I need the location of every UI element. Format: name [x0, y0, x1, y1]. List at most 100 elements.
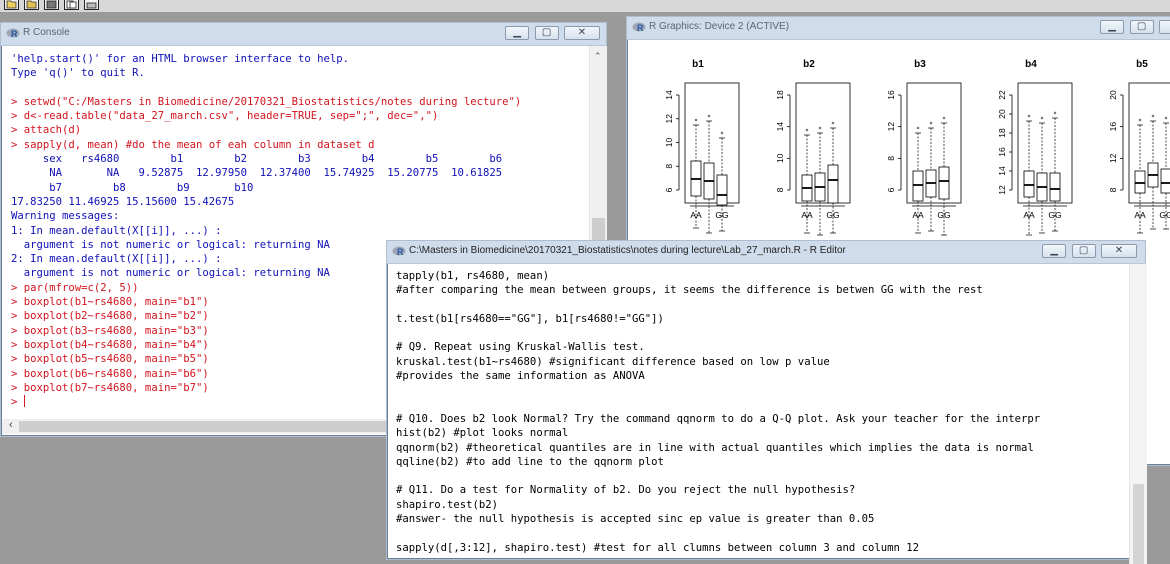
close-button[interactable]: ✕ [1159, 20, 1170, 34]
console-line: Warning messages: [11, 210, 120, 223]
x-tick-label: AA [1134, 210, 1146, 220]
box [1134, 170, 1146, 194]
save-icon[interactable] [44, 0, 59, 10]
print-icon[interactable] [84, 0, 99, 10]
minimize-button[interactable]: ▁ [1100, 20, 1125, 34]
y-tick-label: 12 [1108, 153, 1118, 163]
script-editor-text[interactable]: tapply(b1, rs4680, mean) #after comparing… [396, 269, 1040, 555]
outlier-point [916, 126, 920, 130]
y-tick-label: 22 [997, 90, 1007, 100]
y-tick-label: 14 [775, 122, 785, 132]
outlier-point [1164, 116, 1168, 120]
scroll-up-icon[interactable]: ⌃ [594, 51, 602, 62]
plot-title: b2 [803, 59, 815, 70]
x-tick-label: GG [715, 210, 728, 220]
minimize-button[interactable]: ▁ [1042, 244, 1067, 258]
y-tick-label: 20 [997, 109, 1007, 119]
maximize-button[interactable]: ▢ [1129, 20, 1154, 34]
console-line: NA NA 9.52875 12.97950 12.37400 15.74925… [11, 167, 503, 180]
box [1023, 170, 1035, 198]
editor-line: # Q11. Do a test for Normality of b2. Do… [396, 484, 856, 497]
r-editor-titlebar[interactable]: R C:\Masters in Biomedicine\20170321_Bio… [387, 241, 1145, 264]
close-button[interactable]: ✕ [564, 26, 600, 40]
boxplot-panel: b5 8 12 16 20 AA GG [1108, 59, 1170, 234]
console-line: > attach(d) [11, 124, 82, 137]
x-tick-label: GG [937, 210, 950, 220]
y-tick-label: 10 [664, 138, 674, 148]
plot-title: b4 [1025, 59, 1037, 70]
outlier-point [831, 121, 835, 125]
r-console-titlebar[interactable]: R R Console ▁ ▢ ✕ [1, 23, 606, 46]
maximize-button[interactable]: ▢ [534, 26, 559, 40]
rgui-toolbar [0, 0, 1170, 12]
scrollbar-thumb[interactable] [1133, 484, 1144, 564]
y-tick-label: 20 [1108, 90, 1118, 100]
outlier-point [1027, 114, 1031, 118]
outlier-point [818, 126, 822, 130]
console-line: 'help.start()' for an HTML browser inter… [11, 53, 350, 65]
outlier-point [1040, 116, 1044, 120]
editor-line: kruskal.test(b1~rs4680) #significant dif… [396, 355, 830, 368]
console-line: sex rs4680 b1 b2 b3 b4 b5 b6 [11, 153, 503, 166]
load-workspace-icon[interactable] [24, 0, 39, 10]
open-script-icon[interactable] [4, 0, 19, 10]
r-logo-icon: R [6, 28, 20, 39]
console-line: b7 b8 b9 b10 [11, 181, 254, 194]
maximize-button[interactable]: ▢ [1071, 244, 1096, 258]
r-graphics-titlebar[interactable]: R R Graphics: Device 2 (ACTIVE) ▁ ▢ ✕ [627, 17, 1170, 40]
window-title: R Console [23, 27, 70, 38]
editor-vertical-scrollbar[interactable] [1129, 264, 1147, 564]
boxplot-panel: b4 12 14 16 18 20 22 AA GG [997, 59, 1073, 236]
outlier-point [1138, 118, 1142, 122]
close-button[interactable]: ✕ [1101, 244, 1137, 258]
editor-line: qqnorm(b2) #theoretical quantiles are in… [396, 441, 1034, 454]
outlier-point [805, 128, 809, 132]
plot-title: b5 [1136, 59, 1148, 70]
y-tick-label: 10 [775, 153, 785, 163]
y-tick-label: 14 [997, 166, 1007, 176]
box [716, 174, 728, 206]
y-tick-label: 18 [997, 128, 1007, 138]
console-line: > d<-read.table("data_27_march.csv", hea… [11, 110, 439, 123]
x-tick-label: GG [1048, 210, 1061, 220]
y-tick-label: 16 [886, 90, 896, 100]
svg-text:R: R [637, 23, 644, 33]
minimize-button[interactable]: ▁ [505, 26, 530, 40]
x-tick-label: AA [1023, 210, 1035, 220]
boxplot-panel: b2 8 10 14 18 AA GG [775, 59, 851, 236]
svg-text:R: R [11, 29, 18, 39]
outlier-point [1053, 111, 1057, 115]
x-tick-label: AA [912, 210, 924, 220]
y-tick-label: 12 [997, 185, 1007, 195]
editor-line: hist(b2) #plot looks normal [396, 427, 569, 440]
console-line: 1: In mean.default(X[[i]], ...) : [11, 224, 222, 237]
editor-line: sapply(d[,3:12], shapiro.test) #test for… [396, 541, 919, 554]
copy-icon[interactable] [64, 0, 79, 10]
outlier-point [942, 116, 946, 120]
r-editor-window: R C:\Masters in Biomedicine\20170321_Bio… [386, 240, 1147, 564]
editor-line: # Q9. Repeat using Kruskal-Wallis test. [396, 341, 645, 354]
y-tick-label: 14 [664, 90, 674, 100]
scroll-left-icon[interactable]: ‹ [9, 419, 13, 431]
x-tick-label: GG [1159, 210, 1170, 220]
outlier-point [694, 118, 698, 122]
x-tick-label: AA [690, 210, 702, 220]
box [938, 166, 950, 200]
box [1049, 172, 1061, 202]
boxplot-panel: b1 6 8 10 12 14 AA GG [664, 59, 740, 234]
console-line: > sapply(d, mean) #do the mean of eah co… [11, 138, 375, 151]
boxplot-grid: b168101214AA GGb28101418AA GGb3681216AA GGb… [664, 59, 1170, 236]
editor-line: #after comparing the mean between groups… [396, 284, 983, 297]
r-logo-icon: R [632, 22, 646, 33]
x-tick-label: AA [801, 210, 813, 220]
editor-line: qqline(b2) #to add line to the qqnorm pl… [396, 455, 664, 468]
boxplot-panel: b3 6 8 12 16 AA GG [886, 59, 962, 236]
editor-line: # Q10. Does b2 look Normal? Try the comm… [396, 412, 1041, 425]
outlier-point [1151, 114, 1155, 118]
svg-text:R: R [397, 247, 404, 257]
y-tick-label: 6 [664, 187, 674, 192]
